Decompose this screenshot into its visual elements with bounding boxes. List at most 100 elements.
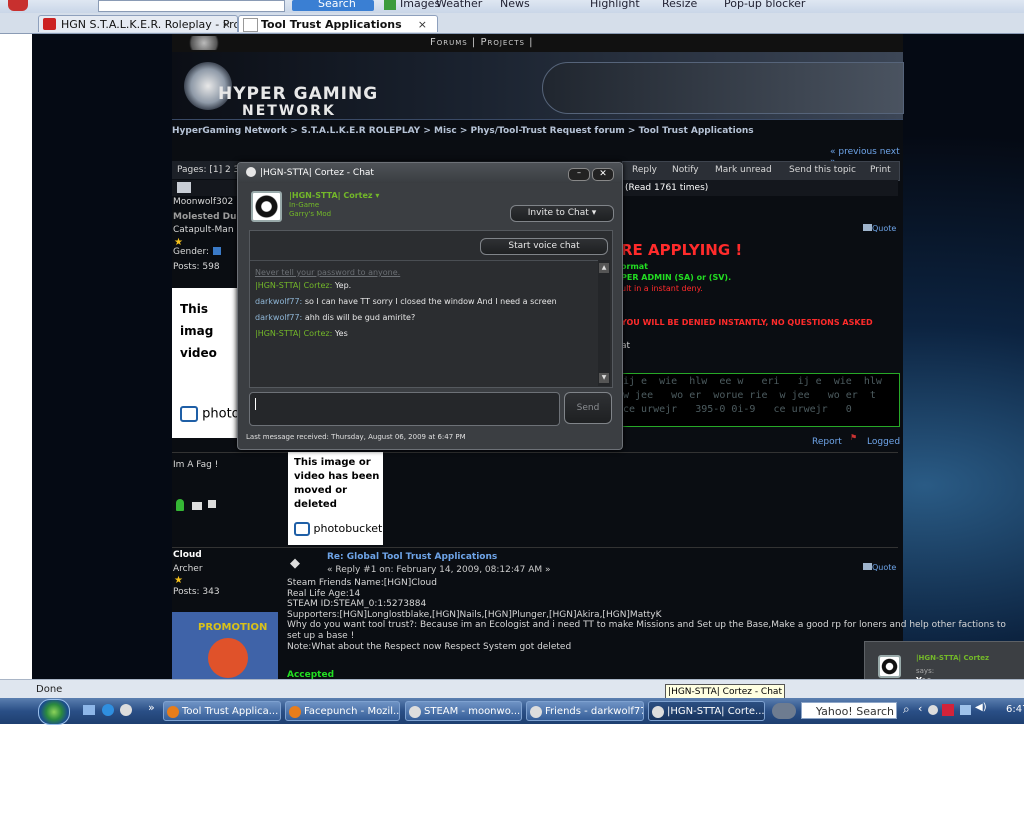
missing-image-text: This imag video has moved or [180,302,217,360]
invite-to-chat-button[interactable]: Invite to Chat ▾ [510,205,614,222]
taskbar-label: STEAM - moonwo... [424,706,521,717]
taskbar-button-friends[interactable]: Friends - darkwolf77 [526,701,644,721]
taskbar-label: Facepunch - Mozil... [304,706,400,717]
close-tab-icon[interactable]: × [222,16,231,32]
network-icon[interactable] [960,705,971,715]
chat-history[interactable]: Start voice chat Never tell your passwor… [249,230,613,388]
action-print[interactable]: Print [870,165,891,175]
accepted-label: Accepted [287,670,335,679]
show-desktop-icon[interactable] [83,705,95,715]
yahoo-search-box[interactable]: Yahoo! Search [801,702,897,719]
friend-status: In-Game [289,201,320,209]
taskbar-label: |HGN-STTA| Corte... [667,706,765,717]
chat-speaker: darkwolf77: [255,313,303,322]
chevron-down-icon: ▾ [591,208,597,218]
post2-title[interactable]: Re: Global Tool Trust Applications [327,552,497,562]
steam-icon [409,706,421,718]
taskbar-button-tool-trust[interactable]: Tool Trust Applica... [163,701,281,721]
taskbar-label: Friends - darkwolf77 [545,706,644,717]
action-send-topic[interactable]: Send this topic [789,165,856,175]
logged-label: Logged [867,437,901,447]
toolbar-item-news[interactable]: News [500,0,530,10]
chat-line: darkwolf77: so I can have TT sorry I clo… [255,297,557,306]
tab-tool-trust[interactable]: Tool Trust Applications × [238,15,438,32]
tab-hgn-roleplay[interactable]: HGN S.T.A.L.K.E.R. Roleplay - Prom... × [38,15,238,32]
toolbar-item-resize[interactable]: Resize [662,0,697,10]
send-button[interactable]: Send [564,392,612,424]
chat-message-input[interactable] [249,392,560,426]
quote-button-1[interactable]: Quote [863,224,896,233]
post2-author[interactable]: Cloud [173,550,202,560]
steam-tray-icon[interactable] [928,705,938,715]
quote-button-2[interactable]: Quote [863,563,896,572]
friend-avatar[interactable] [251,191,282,222]
scroll-down-icon[interactable]: ▼ [599,373,609,383]
start-voice-chat-button[interactable]: Start voice chat [480,238,608,255]
clock[interactable]: 6:47 [1006,704,1024,715]
gmail-tray-icon[interactable] [942,704,954,716]
chat-speaker: |HGN-STTA| Cortez: [255,281,333,290]
volume-icon[interactable]: ◀) [975,702,987,713]
post1-author[interactable]: Moonwolf302 [173,197,233,207]
small-logo-icon [184,36,224,50]
windows-taskbar: » Tool Trust Applica... Facepunch - Mozi… [0,698,1024,725]
close-icon[interactable]: ✕ [592,168,614,181]
scroll-up-icon[interactable]: ▲ [599,263,609,273]
post1-posts: Posts: 598 [173,262,220,272]
breadcrumb[interactable]: HyperGaming Network > S.T.A.L.K.E.R ROLE… [172,126,754,136]
message-icon[interactable] [208,500,216,508]
site-favicon-icon [43,18,56,30]
chat-speaker: darkwolf77: [255,297,303,306]
profile-icon[interactable] [176,499,184,511]
chat-scrollbar[interactable]: ▲ ▼ [598,260,610,386]
action-notify[interactable]: Notify [672,165,699,175]
photobucket-logo: photobucket [294,522,382,536]
pages-label[interactable]: Pages: [1] 2 3 [177,165,239,175]
taskbar-button-facepunch[interactable]: Facepunch - Mozil... [285,701,400,721]
post2-posts: Posts: 343 [173,587,220,597]
notification-avatar [878,655,901,678]
post1-signature: Im A Fag ! [173,460,219,470]
action-mark-unread[interactable]: Mark unread [715,165,772,175]
chat-window[interactable]: |HGN-STTA| Cortez - Chat – ✕ |HGN-STTA| … [237,162,623,450]
photobucket-label: photobucket [313,522,383,535]
browser-logo-icon [8,0,28,11]
taskbar-button-chat[interactable]: |HGN-STTA| Corte... [648,701,765,721]
divider [172,452,898,453]
chat-line: |HGN-STTA| Cortez: Yes [255,329,348,338]
taskbar-button-steam[interactable]: STEAM - moonwo... [405,701,522,721]
chat-titlebar[interactable]: |HGN-STTA| Cortez - Chat – ✕ [238,163,622,183]
address-bar[interactable] [98,0,285,12]
ie-icon[interactable] [102,704,114,716]
post1-line2: PER ADMIN (SA) or (SV). [621,273,732,282]
close-tab-icon[interactable]: × [418,16,427,32]
media-icon[interactable] [772,703,796,719]
minimize-icon[interactable]: – [568,168,590,181]
friend-name[interactable]: |HGN-STTA| Cortez ▾ [289,191,379,200]
post2-rank: Archer [173,564,203,574]
report-flag-icon: ⚑ [850,433,858,442]
forum-nav-links[interactable]: Forums | Projects | [430,37,534,48]
tray-expand-icon[interactable]: ‹ [918,702,922,715]
steam-icon [246,167,256,177]
last-message-received: Last message received: Thursday, August … [246,433,466,441]
start-button-icon[interactable] [38,699,70,725]
toolbar-item-highlight[interactable]: Highlight [590,0,640,10]
report-link[interactable]: Report [812,437,842,447]
toolbar-item-weather[interactable]: Weather [436,0,482,10]
quote-label: Quote [872,563,897,572]
post2-line: Real Life Age:14 [287,588,361,599]
post2-body: Steam Friends Name:[HGN]Cloud Real Life … [287,578,1006,652]
toolbar-item-search[interactable]: Search [318,0,356,10]
post-icon: ◆ [290,556,300,571]
taskbar-label: Tool Trust Applica... [182,706,279,717]
search-icon[interactable]: ⌕ [903,702,910,717]
toolbar-item-popup-blocker[interactable]: Pop-up blocker [724,0,805,10]
post1-line1: ormat [621,262,648,271]
email-icon[interactable] [192,502,202,510]
action-reply[interactable]: Reply [632,165,657,175]
post2-line: STEAM ID:STEAM_0:1:5273884 [287,599,427,610]
toolbar-item-images[interactable]: Images [400,0,440,10]
steam-quicklaunch-icon[interactable] [120,704,132,716]
quicklaunch-chevron[interactable]: » [148,701,155,714]
